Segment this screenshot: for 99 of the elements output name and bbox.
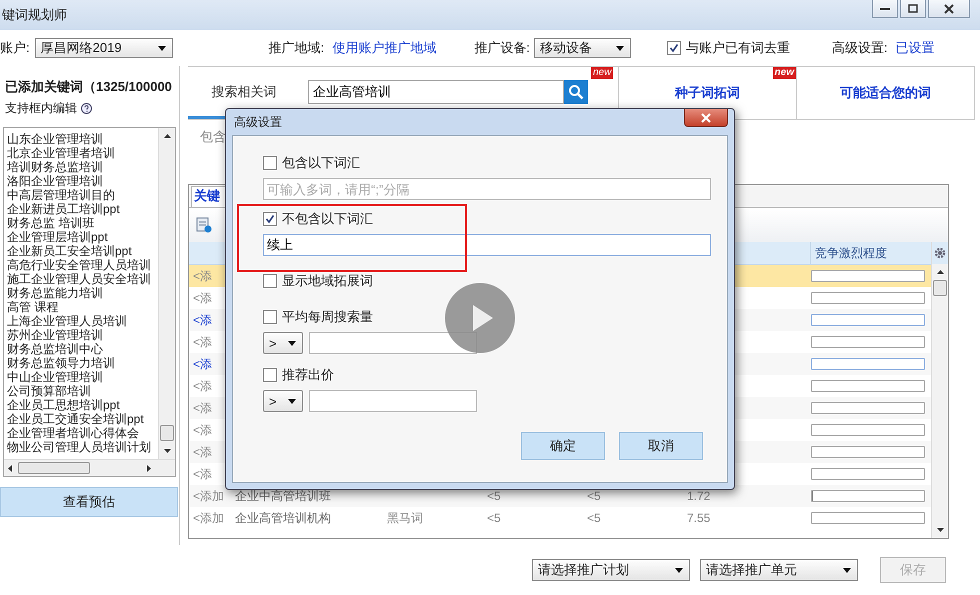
checkbox[interactable]: [666, 41, 681, 55]
region-label: 推广地域:: [268, 39, 324, 57]
scroll-thumb[interactable]: [933, 280, 947, 296]
dialog-button[interactable]: 取消: [619, 432, 703, 460]
dialog-button[interactable]: 确定: [521, 432, 605, 460]
option-label: 不包含以下词汇: [282, 210, 373, 228]
table-cell-text: 7.55: [687, 511, 712, 525]
close-button[interactable]: [928, 0, 970, 18]
filter-label: 包含: [200, 129, 226, 144]
keyword-item[interactable]: 财务总监领导力培训: [7, 356, 158, 370]
option-label: 包含以下词汇: [282, 154, 360, 172]
keyword-item[interactable]: 财务总监培训中心: [7, 342, 158, 356]
account-label: 账户:: [0, 39, 30, 57]
keyword-item[interactable]: 培训财务总监培训: [7, 160, 158, 174]
device-label: 推广设备:: [474, 39, 530, 57]
table-cell-text: <5: [587, 511, 602, 525]
scroll-down-icon[interactable]: [936, 528, 944, 532]
maximize-icon: [908, 4, 918, 13]
keyword-item[interactable]: 企业员工思想培训ppt: [7, 398, 158, 412]
table-cell-text: <5: [487, 489, 502, 503]
keyword-item[interactable]: 企业新进员工培训ppt: [7, 202, 158, 216]
number-field[interactable]: [309, 390, 477, 412]
text-field[interactable]: 可输入多词，请用“;”分隔: [263, 178, 711, 200]
keyword-item[interactable]: 企业管理者培训心得体会: [7, 426, 158, 440]
keyword-item[interactable]: 山东企业管理培训: [7, 132, 158, 146]
caret-icon: [158, 46, 166, 50]
account-dropdown[interactable]: 厚昌网络2019: [34, 38, 173, 58]
advanced-label: 高级设置:: [832, 39, 888, 57]
option-label: 推荐出价: [282, 366, 334, 384]
keyword-item[interactable]: 企业管理层培训ppt: [7, 230, 158, 244]
scroll-down-icon[interactable]: [164, 449, 170, 453]
unit-dropdown[interactable]: 请选择推广单元: [700, 559, 858, 581]
checkbox[interactable]: [263, 212, 277, 226]
table-cell: 黑马词: [387, 510, 423, 524]
table-cell-text: 企业高管培训机构: [235, 510, 332, 526]
close-icon: [944, 4, 954, 14]
plan-dropdown[interactable]: 请选择推广计划: [532, 559, 690, 581]
caret-icon: [843, 568, 851, 572]
new-badge: new: [772, 67, 796, 79]
search-button[interactable]: [564, 80, 588, 104]
scroll-thumb[interactable]: [160, 425, 174, 441]
search-field[interactable]: 企业高管培训: [308, 80, 564, 104]
caret-icon: [616, 46, 624, 50]
scroll-up-icon[interactable]: [164, 134, 170, 138]
new-badge: new: [591, 67, 614, 79]
hint-text: 支持框内编辑: [5, 100, 77, 117]
minimize-icon: [880, 6, 890, 10]
window-title: 键词规划师: [2, 6, 67, 24]
play-icon[interactable]: [445, 283, 515, 353]
table-cell-text: 1.72: [687, 489, 712, 503]
search-icon: [568, 84, 584, 100]
keyword-item[interactable]: 施工企业管理人员安全培训: [7, 272, 158, 286]
minimize-button[interactable]: [872, 0, 898, 18]
close-button[interactable]: [684, 109, 728, 127]
dedupe-label: 与账户已有词去重: [686, 39, 790, 57]
keyword-item[interactable]: 洛阳企业管理培训: [7, 174, 158, 188]
scroll-left-icon[interactable]: [8, 464, 12, 472]
device-dropdown[interactable]: 移动设备: [534, 38, 631, 58]
checkbox[interactable]: [263, 274, 277, 288]
keyword-item[interactable]: 财务总监能力培训: [7, 286, 158, 300]
keyword-item[interactable]: 物业公司管理人员培训计划: [7, 440, 158, 454]
settings-icon[interactable]: [934, 247, 946, 259]
operator-dropdown[interactable]: >: [263, 390, 303, 412]
keyword-item[interactable]: 中山企业管理培训: [7, 370, 158, 384]
scroll-thumb[interactable]: [18, 462, 90, 474]
text-field[interactable]: 续上: [263, 234, 711, 256]
add-link[interactable]: <添加: [189, 510, 235, 526]
keyword-item[interactable]: 高危行业安全管理人员培训: [7, 258, 158, 272]
estimate-button[interactable]: 查看预估: [0, 487, 178, 517]
keyword-item[interactable]: 高管 课程: [7, 300, 158, 314]
help-icon[interactable]: [81, 103, 92, 114]
checkbox[interactable]: [263, 310, 277, 324]
document-icon[interactable]: [195, 216, 213, 234]
keyword-item[interactable]: 上海企业管理人员培训: [7, 314, 158, 328]
option-label: 显示地域拓展词: [282, 272, 373, 290]
close-icon: [701, 112, 711, 122]
keyword-item[interactable]: 北京企业管理者培训: [7, 146, 158, 160]
region-link[interactable]: 使用账户推广地域: [332, 39, 436, 57]
caret-icon: [288, 398, 296, 404]
caret-icon: [675, 568, 683, 572]
keyword-item[interactable]: 苏州企业管理培训: [7, 328, 158, 342]
operator-dropdown[interactable]: >: [263, 332, 303, 354]
keyword-item[interactable]: 企业新员工安全培训ppt: [7, 244, 158, 258]
caret-icon: [288, 340, 296, 346]
table-cell-text: <5: [587, 489, 602, 503]
maximize-button[interactable]: [900, 0, 926, 18]
keyword-item[interactable]: 中高层管理培训目的: [7, 188, 158, 202]
keyword-item[interactable]: 财务总监 培训班: [7, 216, 158, 230]
scroll-up-icon[interactable]: [936, 270, 944, 274]
scroll-right-icon[interactable]: [147, 464, 151, 472]
table-cell-text: <5: [487, 511, 502, 525]
table-cell-text: 企业中高管培训班: [235, 488, 332, 504]
keyword-item[interactable]: 企业员工交通安全培训ppt: [7, 412, 158, 426]
panel-title: 已添加关键词（1325/100000: [4, 78, 173, 96]
keyword-item[interactable]: 公司预算部培训: [7, 384, 158, 398]
option-label: 平均每周搜索量: [282, 308, 373, 326]
checkbox[interactable]: [263, 368, 277, 382]
advanced-link[interactable]: 已设置: [896, 39, 934, 57]
checkbox[interactable]: [263, 156, 277, 170]
